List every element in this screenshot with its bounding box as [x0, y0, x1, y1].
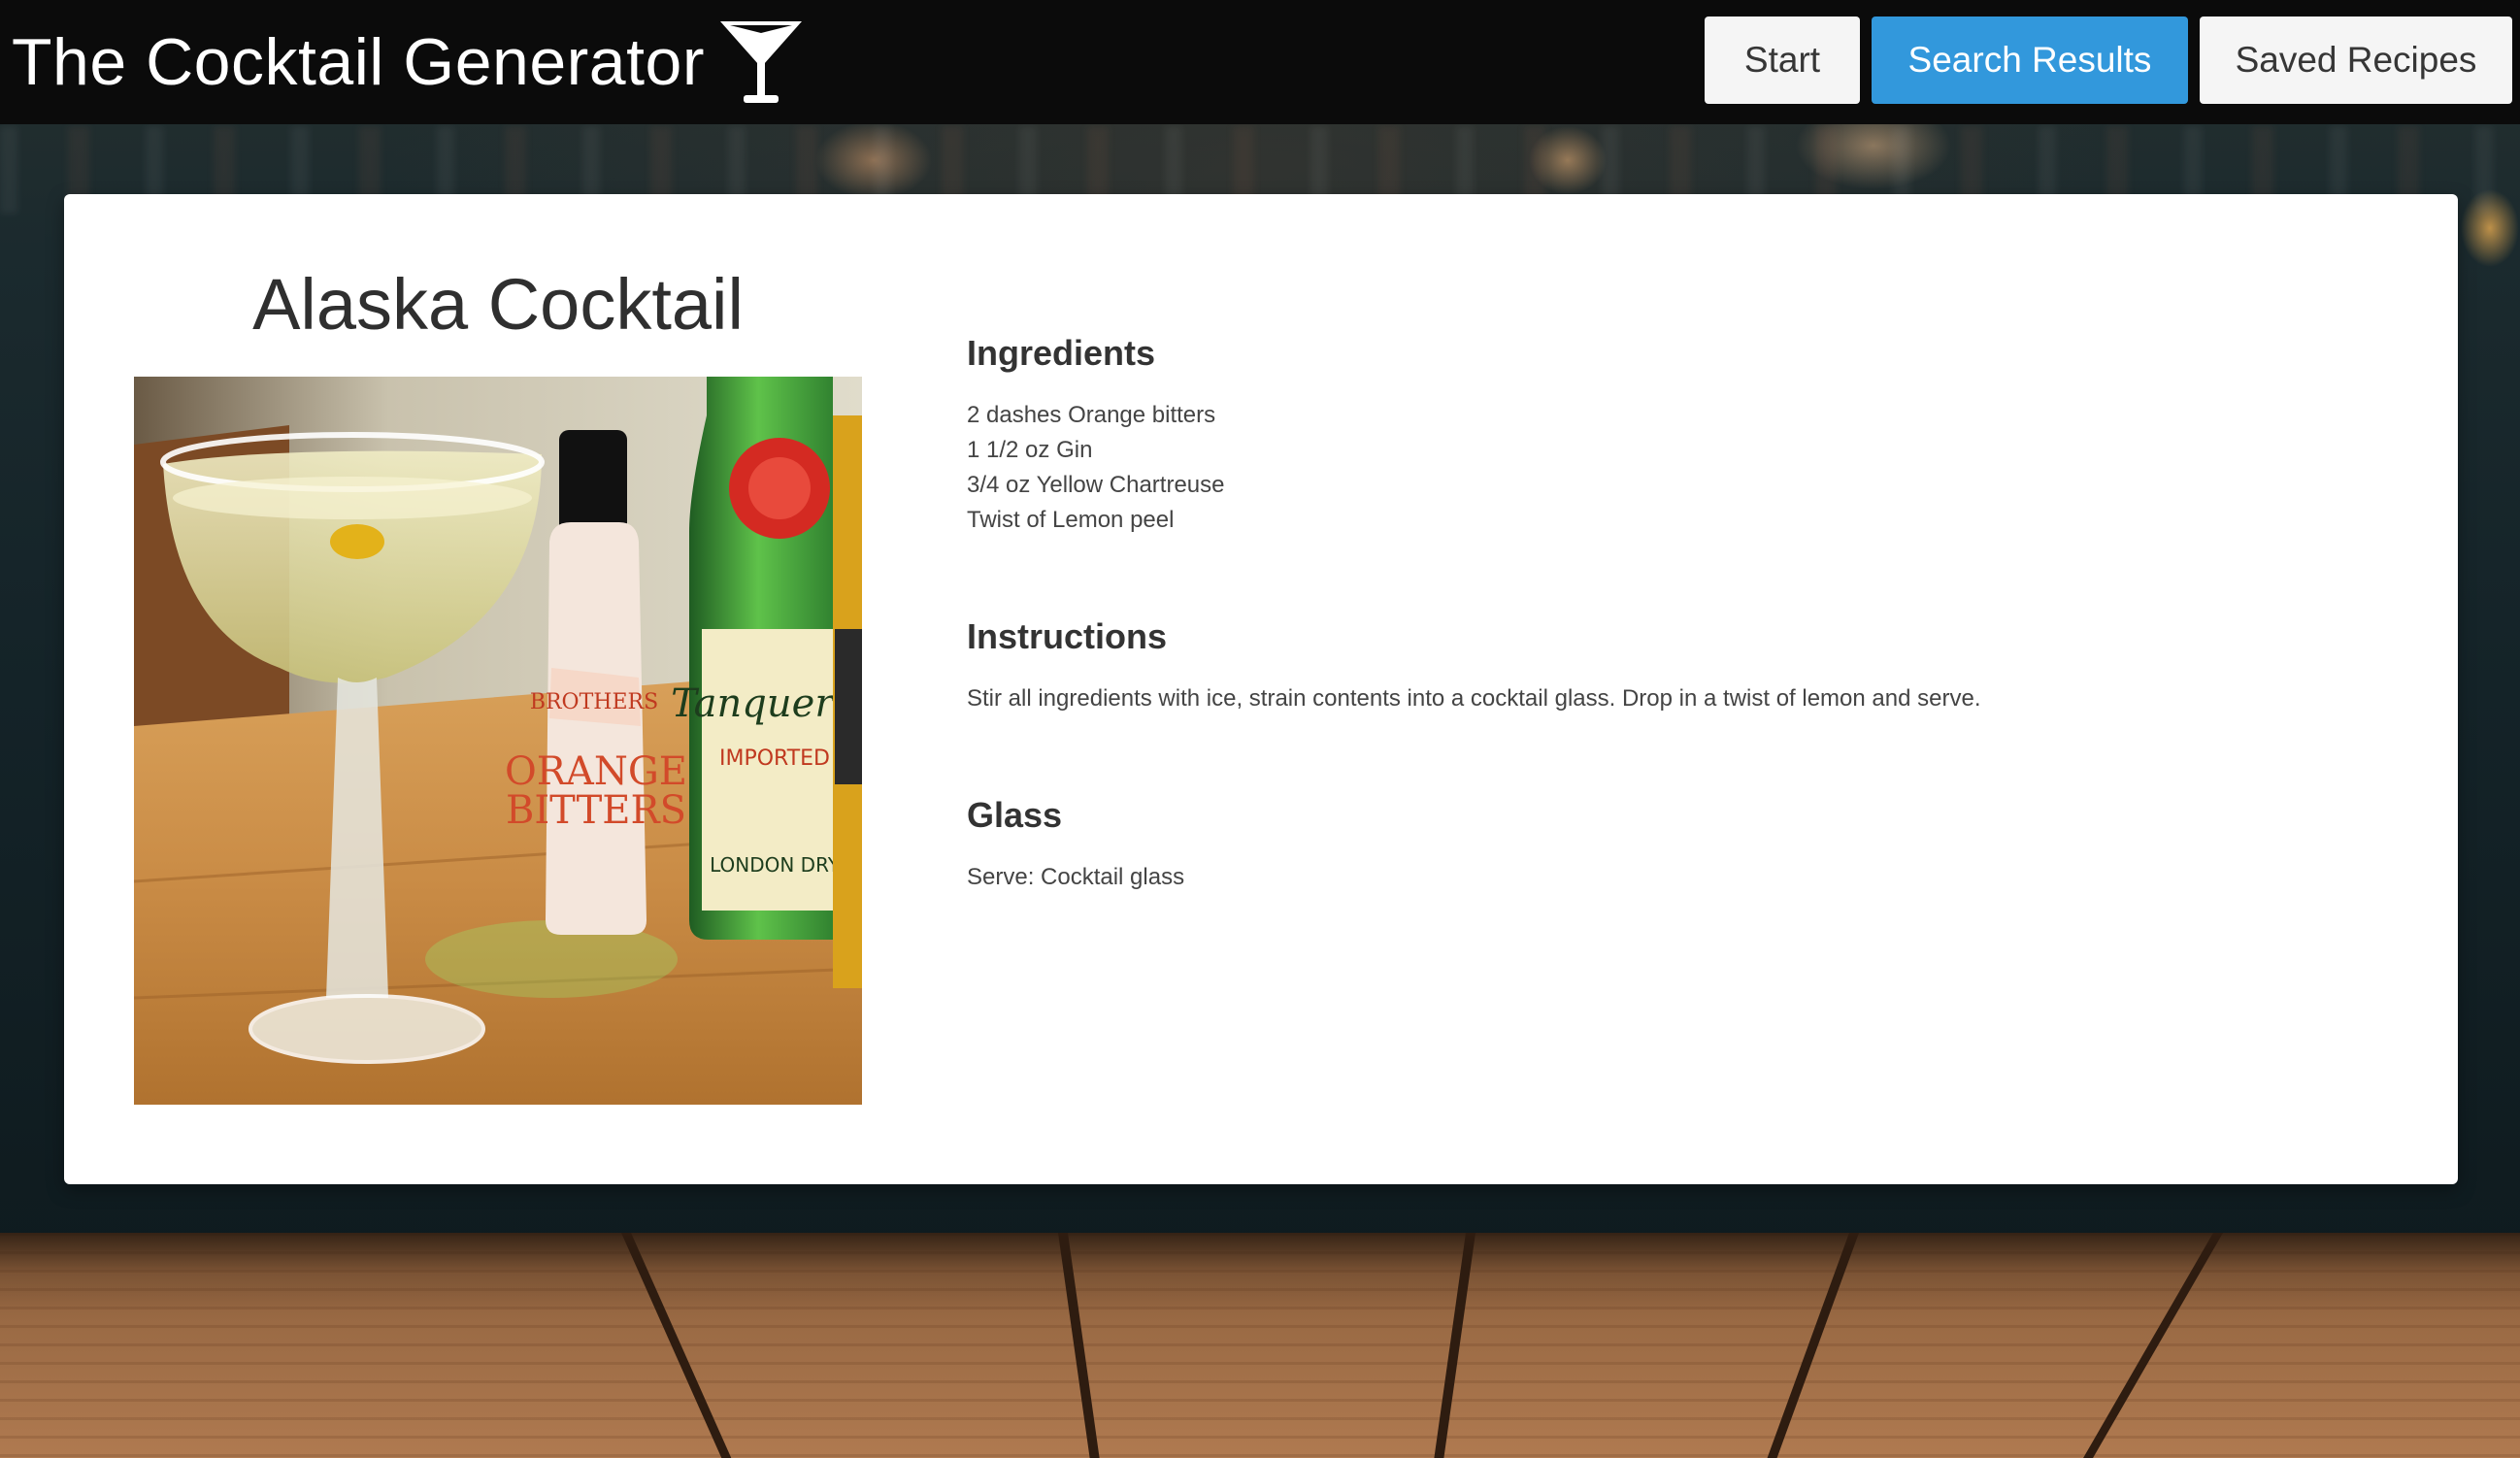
recipe-title: Alaska Cocktail: [252, 264, 744, 345]
brand[interactable]: The Cocktail Generator: [12, 17, 804, 107]
ingredient-item: Twist of Lemon peel: [967, 507, 1175, 533]
instructions-heading: Instructions: [967, 616, 1168, 656]
search-results-button[interactable]: Search Results: [1872, 17, 2188, 104]
app-title: The Cocktail Generator: [12, 25, 705, 99]
gin-label-2: IMPORTED: [719, 746, 830, 771]
ingredient-list: 2 dashes Orange bitters 1 1/2 oz Gin 3/4…: [967, 398, 2384, 538]
top-navbar: The Cocktail Generator Start Search Resu…: [0, 0, 2520, 124]
start-button[interactable]: Start: [1705, 17, 1860, 104]
cocktail-photo: BROTHERS ORANGE BITTERS Tanqueray IMPORT…: [134, 377, 862, 1105]
glass-heading: Glass: [967, 795, 1063, 835]
recipe-card: Alaska Cocktail BROTHERS ORANGE BITTERS …: [64, 194, 2458, 1184]
ingredients-section: Ingredients 2 dashes Orange bitters 1 1/…: [967, 328, 2384, 538]
gin-label-3: LONDON DRY: [710, 853, 841, 877]
bitters-label-3: BITTERS: [506, 788, 686, 833]
ingredient-item: 1 1/2 oz Gin: [967, 437, 1093, 463]
nav-buttons: Start Search Results Saved Recipes: [1705, 17, 2512, 104]
bitters-label-1: BROTHERS: [530, 690, 658, 714]
saved-recipes-button[interactable]: Saved Recipes: [2200, 17, 2512, 104]
wooden-table: [0, 1233, 2520, 1458]
martini-glass-icon: [719, 21, 802, 103]
instructions-section: Instructions Stir all ingredients with i…: [967, 612, 2384, 716]
ingredient-item: 3/4 oz Yellow Chartreuse: [967, 472, 1225, 498]
recipe-media-column: Alaska Cocktail BROTHERS ORANGE BITTERS …: [134, 252, 862, 1105]
ingredients-heading: Ingredients: [967, 333, 1156, 373]
glass-text: Serve: Cocktail glass: [967, 864, 1185, 890]
instructions-text: Stir all ingredients with ice, strain co…: [967, 685, 1981, 712]
glass-section: Glass Serve: Cocktail glass: [967, 790, 2384, 895]
ingredient-item: 2 dashes Orange bitters: [967, 402, 1216, 428]
